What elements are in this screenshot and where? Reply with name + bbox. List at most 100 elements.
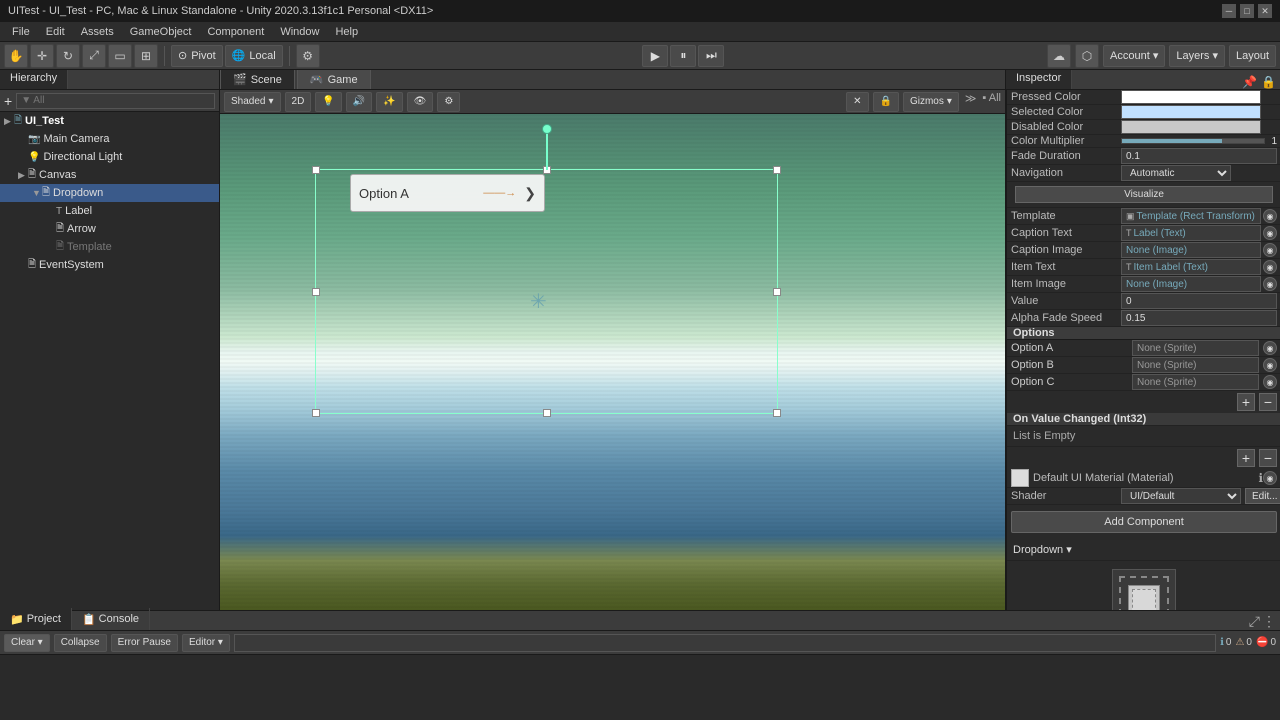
hierarchy-add-icon[interactable]: + — [4, 93, 12, 109]
scene-view[interactable]: Option A ——→ ❯ ✳ — [220, 114, 1005, 610]
fade-duration-field[interactable] — [1121, 148, 1277, 164]
error-pause-btn[interactable]: Error Pause — [111, 634, 178, 652]
event-remove-btn[interactable]: − — [1259, 449, 1277, 467]
item-image-pick[interactable]: ◉ — [1263, 277, 1277, 291]
alpha-fade-value[interactable] — [1121, 310, 1277, 326]
inspector-lock-icon[interactable]: 🔒 — [1261, 75, 1276, 89]
disabled-color-swatch[interactable] — [1121, 120, 1261, 134]
inspector-tab[interactable]: Inspector — [1006, 70, 1072, 89]
editor-btn[interactable]: Editor ▾ — [182, 634, 230, 652]
menu-component[interactable]: Component — [199, 22, 272, 42]
hierarchy-item-eventsystem[interactable]: 🗎 EventSystem — [0, 256, 219, 274]
scene-lock-icon[interactable]: 🔒 — [873, 92, 899, 112]
scene-extra2[interactable]: ⚙ — [437, 92, 460, 112]
hierarchy-item-light[interactable]: 💡 Directional Light — [0, 148, 219, 166]
caption-image-pick[interactable]: ◉ — [1263, 243, 1277, 257]
scene-close-icon[interactable]: ✕ — [846, 92, 868, 112]
option-b-sprite[interactable]: None (Sprite) — [1132, 357, 1259, 373]
extra-tool[interactable]: ⚙ — [296, 44, 320, 68]
pause-button[interactable]: ⏸ — [670, 45, 696, 67]
options-add-btn[interactable]: + — [1237, 393, 1255, 411]
add-component-button[interactable]: Add Component — [1011, 511, 1277, 533]
hierarchy-item-template[interactable]: 🗎 Template — [0, 238, 219, 256]
pivot-dropdown[interactable]: ⊙ Pivot — [171, 45, 223, 67]
pressed-color-swatch[interactable] — [1121, 90, 1261, 104]
bottom-panel-expand[interactable]: ⤢ — [1249, 613, 1260, 630]
value-field-wrap[interactable] — [1121, 293, 1277, 309]
2d-button[interactable]: 2D — [285, 92, 312, 112]
pressed-color-value[interactable] — [1121, 90, 1277, 104]
collab-icon[interactable]: ☁ — [1047, 44, 1071, 68]
minimize-button[interactable]: ─ — [1222, 4, 1236, 18]
shader-dropdown[interactable]: UI/Default — [1121, 488, 1241, 504]
close-button[interactable]: ✕ — [1258, 4, 1272, 18]
item-text-pick[interactable]: ◉ — [1263, 260, 1277, 274]
rect-tool[interactable]: ▭ — [108, 44, 132, 68]
play-button[interactable]: ▶ — [642, 45, 668, 67]
cloud-icon[interactable]: ⬡ — [1075, 44, 1099, 68]
hierarchy-item-camera[interactable]: 📷 Main Camera — [0, 130, 219, 148]
audio-button[interactable]: 🔊 — [346, 92, 372, 112]
hierarchy-item-label[interactable]: T Label — [0, 202, 219, 220]
project-tab[interactable]: 📁 Project — [0, 608, 72, 630]
option-b-pick[interactable]: ◉ — [1263, 358, 1277, 372]
step-button[interactable]: ⏭ — [698, 45, 724, 67]
navigation-value[interactable]: Automatic None Horizontal Vertical Expli… — [1121, 165, 1277, 181]
caption-image-ref[interactable]: None (Image) — [1121, 242, 1261, 258]
selected-color-swatch[interactable] — [1121, 105, 1261, 119]
collapse-btn[interactable]: Collapse — [54, 634, 107, 652]
account-dropdown[interactable]: Account ▾ — [1103, 45, 1165, 67]
disabled-color-value[interactable] — [1121, 120, 1277, 134]
option-c-sprite[interactable]: None (Sprite) — [1132, 374, 1259, 390]
navigation-dropdown[interactable]: Automatic None Horizontal Vertical Expli… — [1121, 165, 1231, 181]
shader-edit-btn[interactable]: Edit... — [1245, 488, 1280, 504]
gizmos-dropdown[interactable]: Gizmos ▾ — [903, 92, 959, 112]
fade-duration-value[interactable] — [1121, 148, 1277, 164]
options-remove-btn[interactable]: − — [1259, 393, 1277, 411]
local-dropdown[interactable]: 🌐 Local — [225, 45, 283, 67]
clear-btn[interactable]: Clear ▾ — [4, 634, 50, 652]
selected-color-value[interactable] — [1121, 105, 1277, 119]
hand-tool[interactable]: ✋ — [4, 44, 28, 68]
layout-dropdown[interactable]: Layout — [1229, 45, 1276, 67]
option-a-pick[interactable]: ◉ — [1263, 341, 1277, 355]
template-pick-btn[interactable]: ◉ — [1263, 209, 1277, 223]
menu-help[interactable]: Help — [327, 22, 366, 42]
value-field[interactable] — [1121, 293, 1277, 309]
lighting-button[interactable]: 💡 — [315, 92, 341, 112]
menu-window[interactable]: Window — [272, 22, 327, 42]
template-ref[interactable]: ▣ Template (Rect Transform) — [1121, 208, 1261, 224]
console-tab[interactable]: 📋 Console — [72, 608, 150, 630]
maximize-button[interactable]: □ — [1240, 4, 1254, 18]
menu-assets[interactable]: Assets — [73, 22, 122, 42]
hierarchy-search[interactable] — [16, 93, 215, 109]
shading-dropdown[interactable]: Shaded ▾ — [224, 92, 281, 112]
menu-gameobject[interactable]: GameObject — [122, 22, 200, 42]
game-tab[interactable]: 🎮 Game — [297, 70, 371, 89]
scale-tool[interactable]: ⤢ — [82, 44, 106, 68]
layers-dropdown[interactable]: Layers ▾ — [1169, 45, 1225, 67]
rotate-tool[interactable]: ↻ — [56, 44, 80, 68]
hierarchy-item-canvas[interactable]: ▶ 🗎 Canvas — [0, 166, 219, 184]
option-a-sprite[interactable]: None (Sprite) — [1132, 340, 1259, 356]
bottom-panel-menu[interactable]: ⋮ — [1262, 613, 1276, 630]
fx-button[interactable]: ✨ — [376, 92, 402, 112]
alpha-fade-field[interactable] — [1121, 310, 1277, 326]
console-search-input[interactable] — [234, 634, 1216, 652]
hierarchy-tab[interactable]: Hierarchy — [0, 70, 68, 89]
transform-tool[interactable]: ⊞ — [134, 44, 158, 68]
options-section[interactable]: Options — [1007, 327, 1280, 340]
hierarchy-item-scene[interactable]: ▶ 🗎 UI_Test — [0, 112, 219, 130]
hierarchy-item-dropdown[interactable]: ▼ 🗎 Dropdown — [0, 184, 219, 202]
hierarchy-item-arrow[interactable]: 🗎 Arrow — [0, 220, 219, 238]
move-tool[interactable]: ✛ — [30, 44, 54, 68]
menu-file[interactable]: File — [4, 22, 38, 42]
option-c-pick[interactable]: ◉ — [1263, 375, 1277, 389]
inspector-pin-icon[interactable]: 📌 — [1242, 75, 1257, 89]
caption-text-ref[interactable]: T Label (Text) — [1121, 225, 1261, 241]
scene-extra1[interactable]: 👁 — [407, 92, 434, 112]
item-image-ref[interactable]: None (Image) — [1121, 276, 1261, 292]
menu-edit[interactable]: Edit — [38, 22, 73, 42]
caption-text-pick[interactable]: ◉ — [1263, 226, 1277, 240]
item-text-ref[interactable]: T Item Label (Text) — [1121, 259, 1261, 275]
